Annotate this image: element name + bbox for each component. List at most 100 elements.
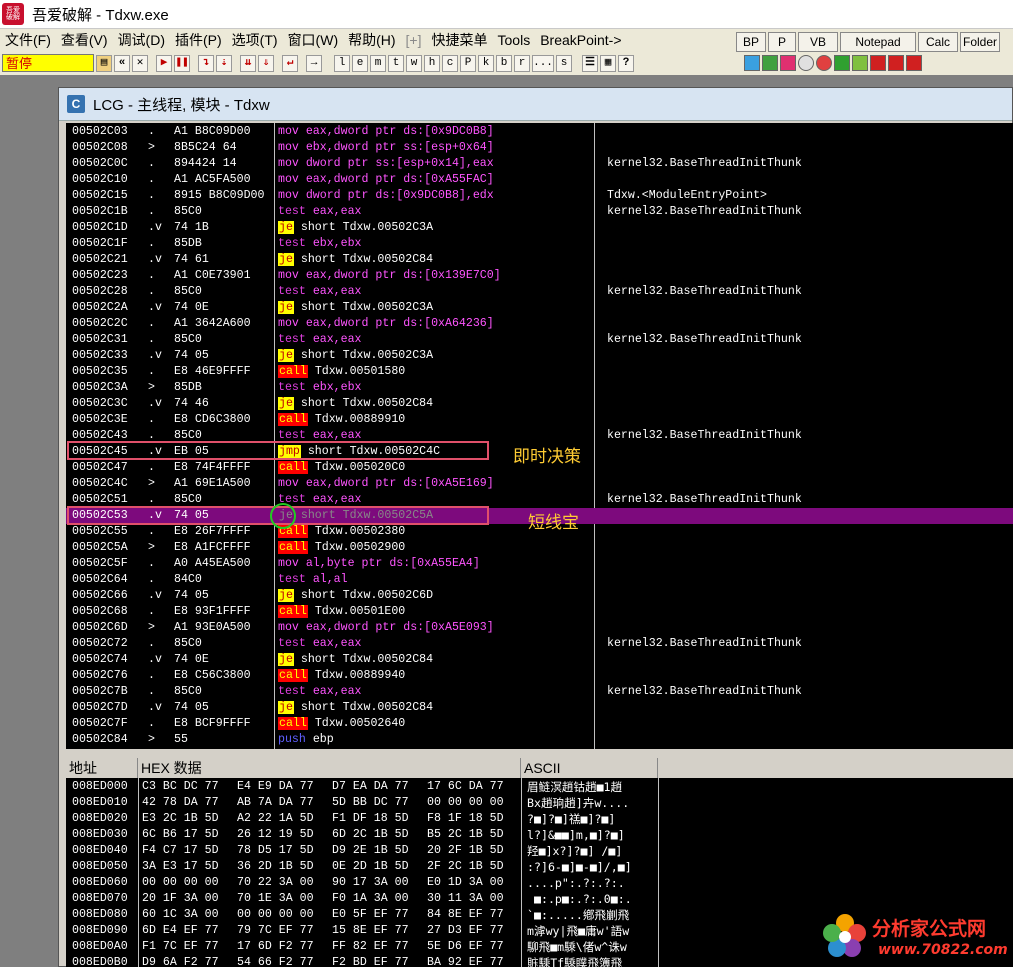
dump-col-hex[interactable]: HEX 数据: [138, 758, 521, 778]
folder-button[interactable]: Folder: [960, 32, 1000, 52]
dump-row[interactable]: 008ED030 6C B6 17 5D 26 12 19 5D 6D 2C 1B 5…: [66, 827, 1013, 843]
execute-till-return-icon[interactable]: ↵: [282, 54, 298, 72]
open-folder-icon[interactable]: ▤: [96, 54, 112, 72]
dump-row[interactable]: 008ED020 E3 2C 1B 5D A2 22 1A 5D F1 DF 18 5…: [66, 811, 1013, 827]
dump-col-ascii[interactable]: ASCII: [521, 758, 658, 778]
disasm-row[interactable]: 00502C21 .v 74 61 je short Tdxw.00502C84: [66, 252, 1013, 268]
disasm-row[interactable]: 00502C1D .v 74 1B je short Tdxw.00502C3A: [66, 220, 1013, 236]
cpu-window-titlebar[interactable]: C LCG - 主线程, 模块 - Tdxw: [59, 88, 1012, 121]
window-button-10[interactable]: r: [514, 54, 530, 72]
window-button-5[interactable]: h: [424, 54, 440, 72]
disasm-row[interactable]: 00502C0C. 894424 14 mov dword ptr ss:[esp+…: [66, 156, 1013, 172]
menu-item-4[interactable]: 选项(T): [227, 30, 283, 50]
green-plugin-icon[interactable]: [762, 55, 778, 71]
wu-plugin-icon[interactable]: [870, 55, 886, 71]
window-button-7[interactable]: P: [460, 54, 476, 72]
dump-row[interactable]: 008ED000 C3 BC DC 77 E4 E9 DA 77 D7 EA DA 7…: [66, 779, 1013, 795]
step-into-icon[interactable]: ↴: [198, 54, 214, 72]
window-button-8[interactable]: k: [478, 54, 494, 72]
disasm-row[interactable]: 00502C7D .v 74 05 je short Tdxw.00502C84: [66, 700, 1013, 716]
menu-item-6[interactable]: 帮助(H): [343, 30, 400, 50]
menu-item-8[interactable]: 快捷菜单: [427, 30, 493, 50]
disasm-row[interactable]: 00502C5A > E8 A1FCFFFF call Tdxw.00502900: [66, 540, 1013, 556]
disasm-row[interactable]: 00502C35. E8 46E9FFFF call Tdxw.00501580: [66, 364, 1013, 380]
menu-item-7[interactable]: [+]: [401, 32, 427, 48]
disasm-row[interactable]: 00502C10. A1 AC5FA500 mov eax,dword ptr ds…: [66, 172, 1013, 188]
disasm-row[interactable]: 00502C66 .v 74 05 je short Tdxw.00502C6D: [66, 588, 1013, 604]
window-button-12[interactable]: s: [556, 54, 572, 72]
disasm-row[interactable]: 00502C84 >55 push ebp: [66, 732, 1013, 748]
disasm-row[interactable]: 00502C3C .v 74 46 je short Tdxw.00502C84: [66, 396, 1013, 412]
bp-button[interactable]: BP: [736, 32, 766, 52]
disasm-row[interactable]: 00502C3E. E8 CD6C3800 call Tdxw.00889910: [66, 412, 1013, 428]
window-button-2[interactable]: m: [370, 54, 386, 72]
disasm-row[interactable]: 00502C23. A1 C0E73901 mov eax,dword ptr ds…: [66, 268, 1013, 284]
disasm-row[interactable]: 00502C1B. 85C0 test eax,eax kernel32.BaseTh…: [66, 204, 1013, 220]
table-plugin-icon[interactable]: [852, 55, 868, 71]
pause-icon[interactable]: ❚❚: [174, 54, 190, 72]
po-plugin-icon[interactable]: [906, 55, 922, 71]
p-button[interactable]: P: [768, 32, 796, 52]
dump-row[interactable]: 008ED010 42 78 DA 77 AB 7A DA 77 5D BB DC 7…: [66, 795, 1013, 811]
disasm-row[interactable]: 00502C74 .v 74 0E je short Tdxw.00502C84: [66, 652, 1013, 668]
menu-item-9[interactable]: Tools: [493, 32, 536, 48]
step-over-icon[interactable]: ⇣: [216, 54, 232, 72]
binary-plugin-icon[interactable]: [834, 55, 850, 71]
disasm-row[interactable]: 00502C4C > A1 69E1A500 mov eax,dword ptr ds…: [66, 476, 1013, 492]
disasm-row[interactable]: 00502C03. A1 B8C09D00 mov eax,dword ptr ds…: [66, 124, 1013, 140]
disasm-row[interactable]: 00502C6D > A1 93E0A500 mov eax,dword ptr ds…: [66, 620, 1013, 636]
disasm-row[interactable]: 00502C31. 85C0 test eax,eax kernel32.BaseTh…: [66, 332, 1013, 348]
window-button-0[interactable]: l: [334, 54, 350, 72]
window-button-1[interactable]: e: [352, 54, 368, 72]
window-button-4[interactable]: w: [406, 54, 422, 72]
disasm-row[interactable]: 00502C72. 85C0 test eax,eax kernel32.BaseTh…: [66, 636, 1013, 652]
menu-item-0[interactable]: 文件(F): [0, 30, 56, 50]
close-icon[interactable]: ✕: [132, 54, 148, 72]
calc-button[interactable]: Calc: [918, 32, 958, 52]
target-plugin-icon[interactable]: [798, 55, 814, 71]
disasm-row[interactable]: 00502C76. E8 C56C3800 call Tdxw.00889940: [66, 668, 1013, 684]
disasm-row[interactable]: 00502C08 >8B5C24 64 mov ebx,dword ptr ss:[…: [66, 140, 1013, 156]
refresh-plugin-icon[interactable]: [744, 55, 760, 71]
disasm-row[interactable]: 00502C3A >85DB test ebx,ebx: [66, 380, 1013, 396]
vb-button[interactable]: VB: [798, 32, 838, 52]
disasm-row[interactable]: 00502C2C. A1 3642A600 mov eax,dword ptr ds…: [66, 316, 1013, 332]
disasm-row[interactable]: 00502C28. 85C0 test eax,eax kernel32.BaseTh…: [66, 284, 1013, 300]
disasm-row[interactable]: 00502C64. 84C0 test al,al: [66, 572, 1013, 588]
grid-icon[interactable]: ▦: [600, 54, 616, 72]
menu-item-1[interactable]: 查看(V): [56, 30, 113, 50]
pane-splitter[interactable]: [66, 749, 1013, 758]
disasm-row[interactable]: 00502C15. 8915 B8C09D00 mov dword ptr ds:[…: [66, 188, 1013, 204]
a-plugin-icon[interactable]: [780, 55, 796, 71]
window-button-9[interactable]: b: [496, 54, 512, 72]
disasm-row[interactable]: 00502C33 .v 74 05 je short Tdxw.00502C3A: [66, 348, 1013, 364]
dump-col-address[interactable]: 地址: [66, 758, 138, 778]
restart-icon[interactable]: «: [114, 54, 130, 72]
window-button-3[interactable]: t: [388, 54, 404, 72]
disasm-row[interactable]: 00502C7F. E8 BCF9FFFF call Tdxw.00502640: [66, 716, 1013, 732]
dump-row[interactable]: 008ED060 00 00 00 00 70 22 3A 00 90 17 3A 0…: [66, 875, 1013, 891]
dump-row[interactable]: 008ED040 F4 C7 17 5D 78 D5 17 5D D9 2E 1B 5…: [66, 843, 1013, 859]
run-icon[interactable]: ▶: [156, 54, 172, 72]
list-icon[interactable]: ☰: [582, 54, 598, 72]
disassembly-pane[interactable]: 00502C03. A1 B8C09D00 mov eax,dword ptr ds…: [66, 123, 1013, 749]
menu-item-10[interactable]: BreakPoint->: [535, 32, 626, 48]
disasm-row[interactable]: 00502C68. E8 93F1FFFF call Tdxw.00501E00: [66, 604, 1013, 620]
help-icon[interactable]: ?: [618, 54, 634, 72]
ai-plugin-icon[interactable]: [888, 55, 904, 71]
disasm-row[interactable]: 00502C5F. A0 A45EA500 mov al,byte ptr ds:[…: [66, 556, 1013, 572]
window-button-6[interactable]: c: [442, 54, 458, 72]
record-plugin-icon[interactable]: [816, 55, 832, 71]
disasm-row[interactable]: 00502C7B. 85C0 test eax,eax kernel32.BaseTh…: [66, 684, 1013, 700]
notepad-button[interactable]: Notepad: [840, 32, 916, 52]
dump-row[interactable]: 008ED050 3A E3 17 5D 36 2D 1B 5D 0E 2D 1B 5…: [66, 859, 1013, 875]
trace-into-icon[interactable]: ⇊: [240, 54, 256, 72]
dump-row[interactable]: 008ED070 20 1F 3A 00 70 1E 3A 00 F0 1A 3A 0…: [66, 891, 1013, 907]
goto-icon[interactable]: →: [306, 54, 322, 72]
disasm-row[interactable]: 00502C2A .v 74 0E je short Tdxw.00502C3A: [66, 300, 1013, 316]
menu-item-3[interactable]: 插件(P): [170, 30, 227, 50]
menu-item-5[interactable]: 窗口(W): [283, 30, 344, 50]
trace-over-icon[interactable]: ⇓: [258, 54, 274, 72]
window-button-11[interactable]: ...: [532, 54, 554, 72]
disasm-row[interactable]: 00502C1F. 85DB test ebx,ebx: [66, 236, 1013, 252]
